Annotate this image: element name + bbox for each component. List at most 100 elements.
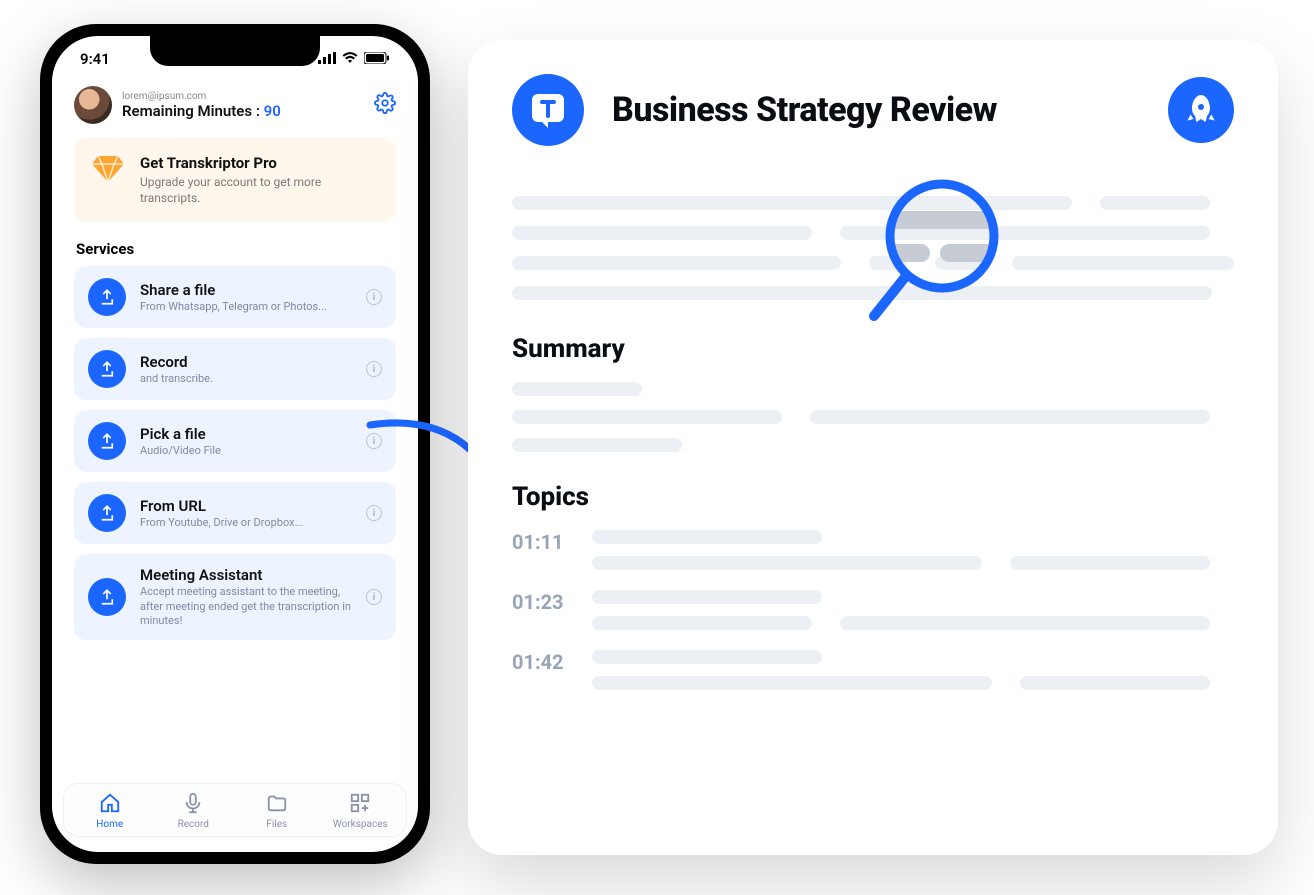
rocket-icon[interactable] xyxy=(1168,77,1234,143)
placeholder-line xyxy=(512,410,782,424)
placeholder-line xyxy=(592,556,982,570)
remaining-label: Remaining Minutes : xyxy=(122,102,260,120)
grid-icon xyxy=(349,792,371,817)
placeholder-line xyxy=(1012,256,1234,270)
avatar[interactable] xyxy=(74,86,112,124)
tab-label: Record xyxy=(178,819,209,830)
remaining-value: 90 xyxy=(264,102,281,120)
topic-lines xyxy=(592,530,1234,582)
content-preview xyxy=(512,196,1234,300)
services-header: Services xyxy=(76,240,396,258)
placeholder-line xyxy=(592,530,822,544)
service-text: From URL From Youtube, Drive or Dropbox.… xyxy=(140,497,352,530)
battery-icon xyxy=(364,50,390,68)
topic-lines xyxy=(592,650,1234,702)
topic-row[interactable]: 01:42 xyxy=(512,650,1234,702)
tab-home[interactable]: Home xyxy=(68,792,152,830)
tab-files[interactable]: Files xyxy=(235,792,319,830)
service-text: Pick a file Audio/Video File xyxy=(140,425,352,458)
service-title: Meeting Assistant xyxy=(140,566,352,584)
upload-icon xyxy=(88,278,126,316)
placeholder-line xyxy=(592,676,992,690)
gear-icon[interactable] xyxy=(374,92,396,118)
signal-icon xyxy=(318,50,336,68)
diamond-icon xyxy=(92,154,124,186)
placeholder-line xyxy=(512,286,1212,300)
upload-icon xyxy=(88,578,126,616)
user-email: lorem@ipsum.com xyxy=(122,91,364,102)
doc-title: Business Strategy Review xyxy=(612,90,1140,130)
service-share-file[interactable]: Share a file From Whatsapp, Telegram or … xyxy=(74,266,396,328)
tab-label: Workspaces xyxy=(333,819,388,830)
upload-icon xyxy=(88,422,126,460)
promo-title: Get Transkriptor Pro xyxy=(140,154,378,172)
upload-icon xyxy=(88,350,126,388)
service-subtitle: and transcribe. xyxy=(140,372,352,386)
remaining-minutes: Remaining Minutes : 90 xyxy=(122,102,364,120)
tab-label: Files xyxy=(266,819,287,830)
service-title: Share a file xyxy=(140,281,352,299)
service-text: Share a file From Whatsapp, Telegram or … xyxy=(140,281,352,314)
status-time: 9:41 xyxy=(80,50,110,68)
info-icon[interactable]: i xyxy=(366,505,382,521)
tab-workspaces[interactable]: Workspaces xyxy=(319,792,403,830)
info-icon[interactable]: i xyxy=(366,433,382,449)
profile-text: lorem@ipsum.com Remaining Minutes : 90 xyxy=(122,91,364,120)
service-title: Pick a file xyxy=(140,425,352,443)
wifi-icon xyxy=(342,50,358,68)
placeholder-line xyxy=(935,256,983,270)
info-icon[interactable]: i xyxy=(366,289,382,305)
phone-frame: 9:41 lorem@ipsum.com Remainin xyxy=(40,24,430,864)
status-icons xyxy=(318,50,390,68)
placeholder-line xyxy=(840,226,1210,240)
upload-icon xyxy=(88,494,126,532)
placeholder-line xyxy=(869,256,908,270)
placeholder-line xyxy=(840,616,1210,630)
placeholder-line xyxy=(1020,676,1210,690)
placeholder-line xyxy=(512,196,1072,210)
service-meeting-assistant[interactable]: Meeting Assistant Accept meeting assista… xyxy=(74,554,396,640)
summary-block xyxy=(512,382,1234,452)
placeholder-line xyxy=(1100,196,1210,210)
topic-row[interactable]: 01:23 xyxy=(512,590,1234,642)
phone-notch xyxy=(150,36,320,66)
profile-row: lorem@ipsum.com Remaining Minutes : 90 xyxy=(74,86,396,124)
placeholder-line xyxy=(810,410,1210,424)
topics-header: Topics xyxy=(512,482,1234,512)
topic-time: 01:42 xyxy=(512,650,570,674)
topic-time: 01:23 xyxy=(512,590,570,614)
placeholder-line xyxy=(512,438,682,452)
info-icon[interactable]: i xyxy=(366,589,382,605)
promo-card[interactable]: Get Transkriptor Pro Upgrade your accoun… xyxy=(74,138,396,222)
service-subtitle: From Whatsapp, Telegram or Photos... xyxy=(140,300,352,314)
home-icon xyxy=(99,792,121,817)
tab-record[interactable]: Record xyxy=(152,792,236,830)
service-subtitle: Accept meeting assistant to the meeting,… xyxy=(140,585,352,628)
service-pick-file[interactable]: Pick a file Audio/Video File i xyxy=(74,410,396,472)
info-icon[interactable]: i xyxy=(366,361,382,377)
service-subtitle: Audio/Video File xyxy=(140,444,352,458)
doc-header: Business Strategy Review xyxy=(512,74,1234,146)
promo-subtitle: Upgrade your account to get more transcr… xyxy=(140,174,378,206)
topic-time: 01:11 xyxy=(512,530,570,554)
topic-lines xyxy=(592,590,1234,642)
service-title: Record xyxy=(140,353,352,371)
tab-label: Home xyxy=(96,819,123,830)
app-logo-icon xyxy=(512,74,584,146)
summary-header: Summary xyxy=(512,334,1234,364)
service-text: Meeting Assistant Accept meeting assista… xyxy=(140,566,352,628)
folder-icon xyxy=(266,792,288,817)
placeholder-line xyxy=(592,650,822,664)
service-record[interactable]: Record and transcribe. i xyxy=(74,338,396,400)
placeholder-line xyxy=(512,256,841,270)
topic-row[interactable]: 01:11 xyxy=(512,530,1234,582)
phone-screen: 9:41 lorem@ipsum.com Remainin xyxy=(52,36,418,852)
service-from-url[interactable]: From URL From Youtube, Drive or Dropbox.… xyxy=(74,482,396,544)
service-title: From URL xyxy=(140,497,352,515)
placeholder-line xyxy=(592,590,822,604)
placeholder-line xyxy=(592,616,812,630)
tab-bar: Home Record Files Workspaces xyxy=(64,784,406,836)
service-text: Record and transcribe. xyxy=(140,353,352,386)
placeholder-line xyxy=(512,382,642,396)
placeholder-line xyxy=(512,226,812,240)
